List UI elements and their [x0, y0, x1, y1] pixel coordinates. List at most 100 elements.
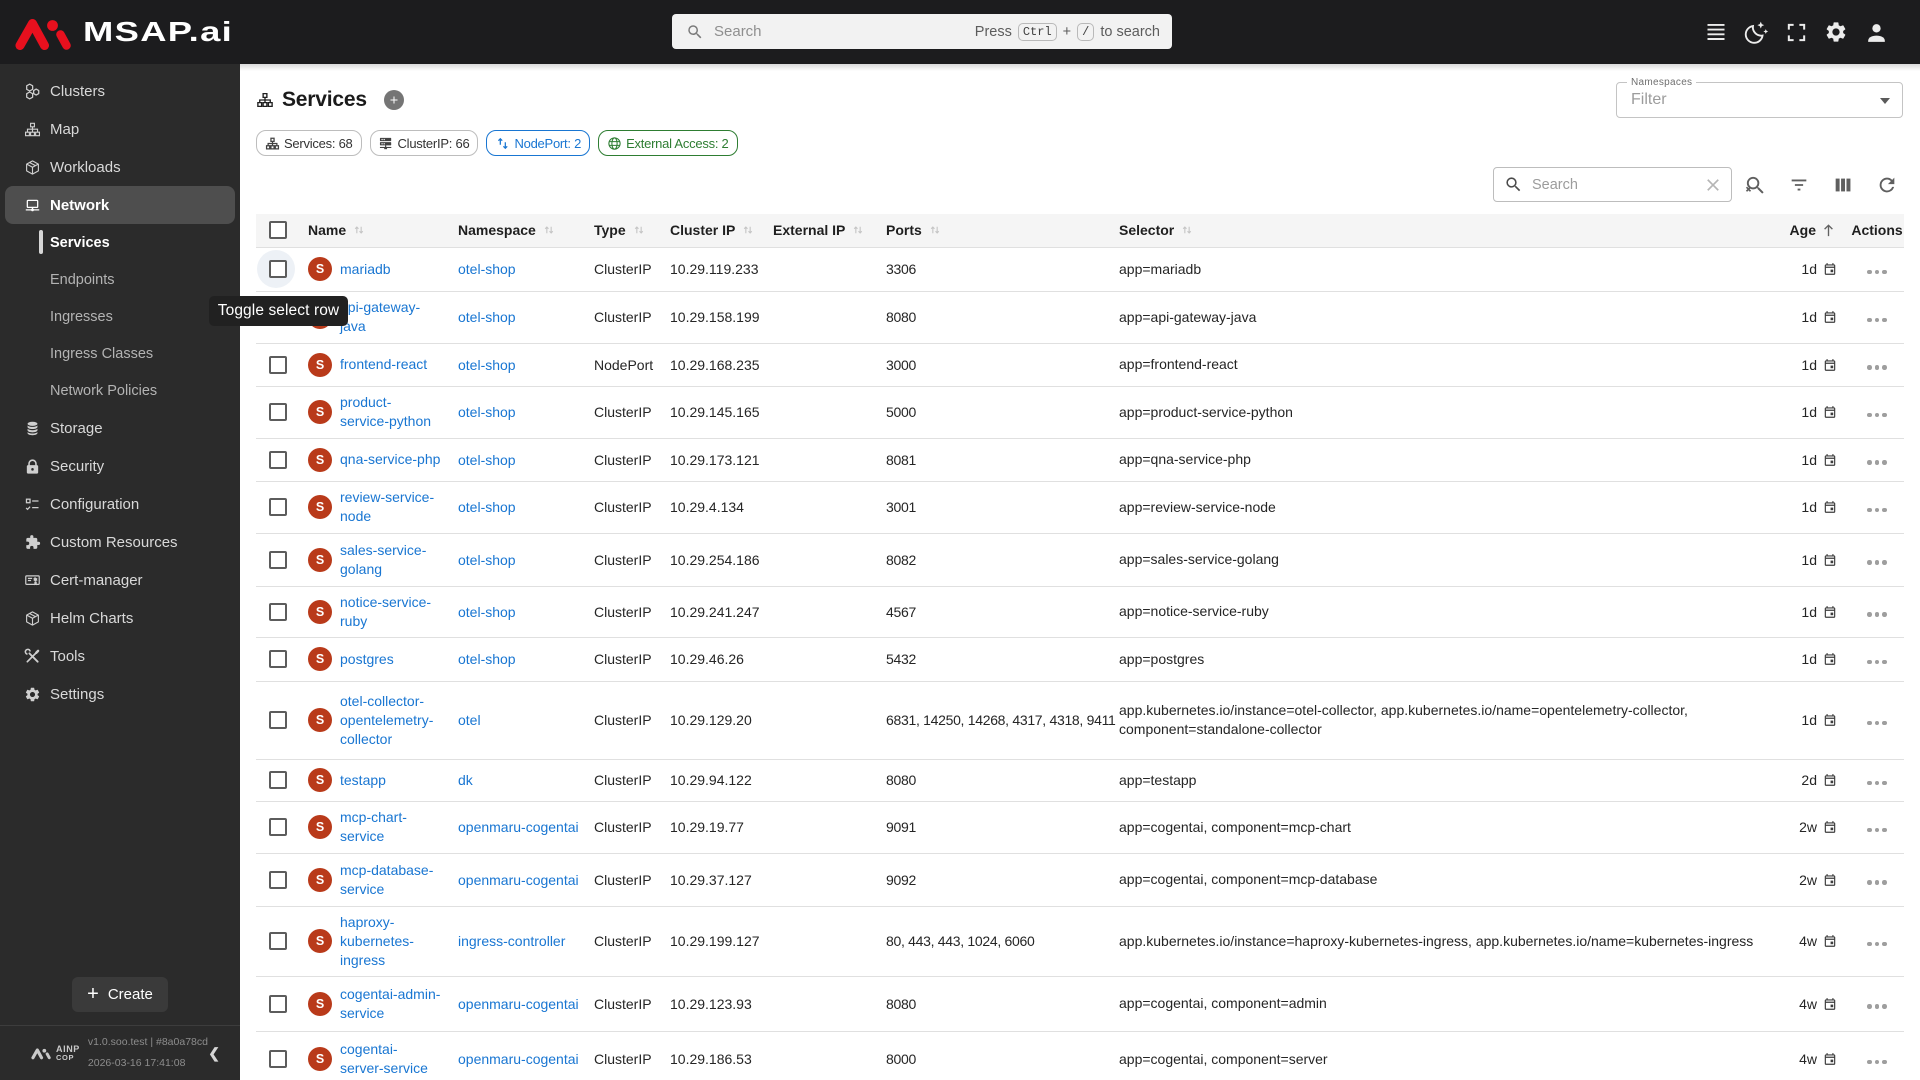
sidebar-item-tools[interactable]: Tools — [0, 637, 240, 675]
add-service-button[interactable] — [383, 90, 404, 110]
row-actions-menu[interactable] — [1867, 365, 1887, 370]
filter-button[interactable] — [1787, 173, 1811, 197]
refresh-button[interactable] — [1875, 173, 1899, 197]
namespace-link[interactable]: dk — [458, 772, 473, 788]
row-checkbox[interactable] — [269, 550, 287, 569]
row-actions-menu[interactable] — [1867, 780, 1887, 785]
menu-button[interactable] — [1703, 19, 1729, 45]
sidebar-subitem-ingress-classes[interactable]: Ingress Classes — [0, 335, 240, 372]
sidebar-item-network[interactable]: Network — [5, 186, 235, 224]
chip-external-access-2[interactable]: External Access: 2 — [598, 130, 738, 156]
sidebar-item-storage[interactable]: Storage — [0, 409, 240, 447]
sidebar-subitem-ingresses[interactable]: Ingresses — [0, 298, 240, 335]
namespace-link[interactable]: openmaru-cogentai — [458, 872, 579, 888]
chip-services-68[interactable]: Services: 68 — [256, 130, 362, 156]
chip-clusterip-66[interactable]: ClusterIP: 66 — [369, 130, 479, 156]
row-checkbox[interactable] — [269, 602, 287, 621]
global-search[interactable]: Search Press Ctrl + / to search — [672, 14, 1172, 49]
fullscreen-button[interactable] — [1783, 19, 1809, 45]
search-off-button[interactable] — [1743, 173, 1767, 197]
service-name-link[interactable]: product-service-python — [340, 393, 436, 431]
service-name-link[interactable]: cogentai-server-service — [340, 1040, 436, 1078]
row-checkbox[interactable] — [269, 498, 287, 516]
column-header-selector[interactable]: Selector — [1119, 214, 1760, 248]
sidebar-subitem-endpoints[interactable]: Endpoints — [0, 261, 240, 298]
column-header-namespace[interactable]: Namespace — [458, 214, 594, 248]
namespace-link[interactable]: ingress-controller — [458, 933, 565, 949]
row-actions-menu[interactable] — [1867, 941, 1887, 946]
row-checkbox[interactable] — [269, 711, 287, 729]
service-name-link[interactable]: qna-service-php — [340, 450, 440, 469]
row-actions-menu[interactable] — [1867, 269, 1887, 274]
row-checkbox[interactable] — [269, 771, 287, 789]
column-header-type[interactable]: Type — [594, 214, 670, 248]
row-actions-menu[interactable] — [1867, 880, 1887, 885]
column-header-ports[interactable]: Ports — [886, 214, 1119, 248]
namespace-link[interactable]: otel-shop — [458, 261, 516, 277]
row-checkbox[interactable] — [269, 355, 287, 374]
row-actions-menu[interactable] — [1867, 612, 1887, 617]
row-actions-menu[interactable] — [1867, 317, 1887, 322]
account-button[interactable] — [1863, 19, 1889, 45]
namespace-link[interactable]: openmaru-cogentai — [458, 1051, 579, 1067]
row-checkbox[interactable] — [269, 403, 287, 421]
service-name-link[interactable]: api-gateway-java — [340, 298, 442, 336]
create-button[interactable]: + Create — [72, 977, 168, 1012]
namespace-link[interactable]: openmaru-cogentai — [458, 996, 579, 1012]
service-name-link[interactable]: mariadb — [340, 260, 391, 279]
sidebar-item-helm-charts[interactable]: Helm Charts — [0, 599, 240, 637]
row-checkbox[interactable] — [269, 450, 287, 469]
namespaces-filter[interactable]: Namespaces Filter — [1616, 77, 1903, 118]
row-checkbox[interactable] — [269, 994, 287, 1013]
view-columns-button[interactable] — [1831, 173, 1855, 197]
table-search[interactable]: Search — [1493, 167, 1732, 202]
service-name-link[interactable]: haproxy-kubernetes-ingress — [340, 913, 442, 970]
row-actions-menu[interactable] — [1867, 659, 1887, 664]
row-checkbox[interactable] — [269, 1050, 287, 1068]
namespace-link[interactable]: otel-shop — [458, 651, 516, 667]
row-checkbox[interactable] — [269, 932, 287, 950]
namespace-link[interactable]: otel — [458, 712, 481, 728]
service-name-link[interactable]: notice-service-ruby — [340, 593, 442, 631]
service-name-link[interactable]: mcp-database-service — [340, 861, 442, 899]
service-name-link[interactable]: mcp-chart-service — [340, 808, 442, 846]
service-name-link[interactable]: cogentai-admin-service — [340, 985, 442, 1023]
namespace-link[interactable]: otel-shop — [458, 452, 516, 468]
row-actions-menu[interactable] — [1867, 507, 1887, 512]
clear-search-icon[interactable] — [1703, 175, 1723, 195]
namespace-link[interactable]: otel-shop — [458, 604, 516, 620]
namespace-link[interactable]: otel-shop — [458, 309, 516, 325]
chip-nodeport-2[interactable]: NodePort: 2 — [486, 130, 591, 156]
collapse-sidebar-icon[interactable]: ❮ — [208, 1045, 240, 1062]
row-checkbox[interactable] — [269, 650, 287, 668]
row-actions-menu[interactable] — [1867, 1004, 1887, 1009]
column-header-external_ip[interactable]: External IP — [773, 214, 886, 248]
column-header-age[interactable]: Age — [1760, 214, 1850, 248]
row-checkbox[interactable] — [269, 818, 287, 836]
service-name-link[interactable]: sales-service-golang — [340, 541, 442, 579]
namespace-link[interactable]: otel-shop — [458, 552, 516, 568]
sidebar-item-configuration[interactable]: Configuration — [0, 485, 240, 523]
sidebar-item-settings[interactable]: Settings — [0, 675, 240, 713]
row-actions-menu[interactable] — [1867, 1059, 1887, 1064]
row-actions-menu[interactable] — [1867, 827, 1887, 832]
dark-mode-button[interactable] — [1743, 19, 1769, 45]
namespace-link[interactable]: otel-shop — [458, 499, 516, 515]
column-header-cluster_ip[interactable]: Cluster IP — [670, 214, 773, 248]
settings-button[interactable] — [1823, 19, 1849, 45]
sidebar-subitem-services[interactable]: Services — [0, 224, 240, 261]
sidebar-item-map[interactable]: Map — [0, 110, 240, 148]
row-actions-menu[interactable] — [1867, 460, 1887, 465]
row-checkbox[interactable] — [269, 870, 287, 889]
sidebar-item-cert-manager[interactable]: Cert-manager — [0, 561, 240, 599]
sidebar-item-custom-resources[interactable]: Custom Resources — [0, 523, 240, 561]
namespace-link[interactable]: openmaru-cogentai — [458, 819, 579, 835]
service-name-link[interactable]: testapp — [340, 771, 386, 790]
row-actions-menu[interactable] — [1867, 560, 1887, 565]
row-checkbox[interactable] — [269, 260, 287, 278]
column-header-name[interactable]: Name — [296, 214, 458, 248]
namespace-link[interactable]: otel-shop — [458, 357, 516, 373]
sidebar-item-security[interactable]: Security — [0, 447, 240, 485]
service-name-link[interactable]: frontend-react — [340, 355, 427, 374]
row-actions-menu[interactable] — [1867, 412, 1887, 417]
